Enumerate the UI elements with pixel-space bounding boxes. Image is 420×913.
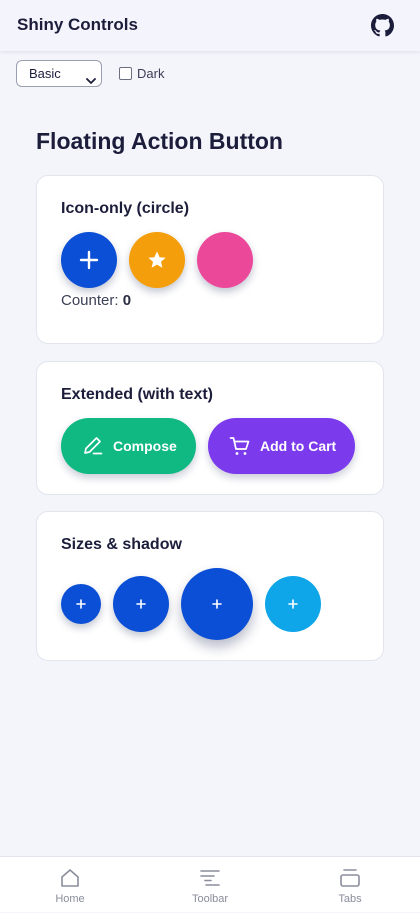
plus-icon (79, 250, 99, 270)
compose-button[interactable]: Compose (61, 418, 196, 474)
dark-mode-checkbox[interactable] (119, 67, 132, 80)
page-title: Floating Action Button (36, 128, 283, 154)
chevron-down-icon (86, 69, 96, 84)
theme-select-value: Basic (29, 66, 61, 81)
bottom-navigation: Home Toolbar Tabs (0, 856, 420, 912)
icon-only-card: Icon-only (circle) Counter: 0 (36, 175, 384, 344)
counter: Counter: 0 (61, 292, 131, 309)
extended-card: Extended (with text) Compose Add to Cart (36, 361, 384, 495)
fab-flat-button[interactable] (265, 576, 321, 632)
nav-item-home[interactable]: Home (0, 857, 140, 913)
fab-medium-button[interactable] (113, 576, 169, 632)
toolbar-icon (200, 870, 220, 886)
nav-item-tabs[interactable]: Tabs (280, 857, 420, 913)
plus-icon (288, 599, 298, 609)
top-app-bar: Shiny Controls (0, 0, 420, 51)
compose-label: Compose (113, 438, 177, 454)
star-icon (148, 251, 166, 268)
add-to-cart-label: Add to Cart (260, 438, 337, 454)
card-title: Sizes & shadow (61, 536, 182, 553)
fab-large-button[interactable] (181, 568, 253, 640)
app-title: Shiny Controls (17, 15, 138, 34)
nav-label-tabs: Tabs (338, 893, 362, 905)
fab-add-button[interactable] (61, 232, 117, 288)
card-title: Icon-only (circle) (61, 200, 190, 217)
cart-icon (229, 437, 250, 455)
pencil-icon (84, 437, 103, 455)
github-icon[interactable] (371, 14, 394, 37)
plus-icon (212, 599, 222, 609)
nav-label-toolbar: Toolbar (191, 893, 229, 905)
fab-small-button[interactable] (61, 584, 101, 624)
sizes-card: Sizes & shadow (36, 511, 384, 661)
counter-value: 0 (122, 292, 132, 309)
nav-label-home: Home (55, 893, 85, 905)
tabs-icon (340, 869, 360, 887)
plus-icon (136, 599, 146, 609)
add-to-cart-button[interactable]: Add to Cart (208, 418, 355, 474)
theme-select[interactable]: Basic (16, 60, 102, 87)
dark-mode-label: Dark (137, 66, 165, 81)
plus-icon (76, 599, 86, 609)
fab-pink-button[interactable] (197, 232, 253, 288)
counter-label: Counter: (61, 292, 119, 309)
card-title: Extended (with text) (61, 386, 214, 403)
home-icon (61, 869, 79, 887)
nav-item-toolbar[interactable]: Toolbar (140, 857, 280, 913)
fab-star-button[interactable] (129, 232, 185, 288)
